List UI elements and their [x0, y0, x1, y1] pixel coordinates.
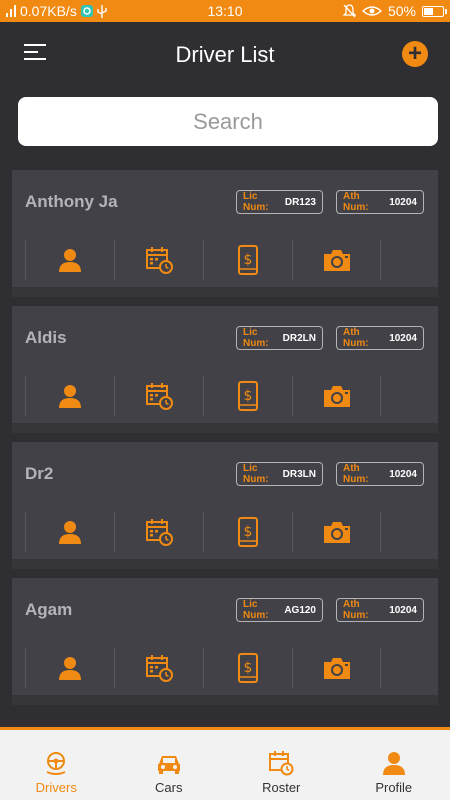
driver-name: Agam [25, 600, 73, 619]
svg-text:$: $ [244, 660, 253, 676]
driver-card[interactable]: Dr2 Lic Num: DR3LN Ath Num: 10204 $ [12, 442, 438, 569]
payment-action[interactable]: $ [203, 648, 292, 688]
photo-action[interactable] [292, 240, 381, 280]
nav-cars[interactable]: Cars [113, 730, 226, 800]
driver-actions: $ [25, 376, 381, 416]
license-number: DR3LN [282, 468, 316, 480]
schedule-action[interactable] [114, 512, 203, 552]
app-header: Driver List + [0, 22, 450, 86]
nav-profile[interactable]: Profile [338, 730, 450, 800]
license-number: DR123 [284, 196, 316, 208]
schedule-action[interactable] [114, 240, 203, 280]
driver-actions: $ [25, 512, 381, 552]
photo-action[interactable] [292, 512, 381, 552]
add-driver-button[interactable]: + [402, 41, 428, 67]
car-icon [157, 756, 180, 774]
nav-label: Roster [262, 780, 301, 795]
driver-name: Aldis [25, 328, 67, 347]
calendar-clock-icon [269, 751, 294, 776]
license-number: DR2LN [282, 332, 316, 344]
schedule-action[interactable] [114, 376, 203, 416]
mobile-payment-icon: $ [238, 517, 258, 547]
profile-action[interactable] [25, 240, 114, 280]
auth-badge: Ath Num: 10204 [336, 326, 424, 350]
search-input[interactable] [18, 97, 438, 146]
auth-number: 10204 [389, 468, 417, 480]
license-badge: Lic Num: DR123 [236, 190, 323, 214]
nav-label: Profile [375, 780, 413, 795]
photo-action[interactable] [292, 648, 381, 688]
calendar-clock-icon [146, 519, 173, 546]
user-icon [59, 521, 81, 544]
profile-action[interactable] [25, 512, 114, 552]
page-title: Driver List [175, 42, 275, 67]
license-badge: Lic Num: DR2LN [236, 326, 323, 350]
bottom-nav: Drivers Cars Roster Profile [0, 727, 450, 800]
nav-roster[interactable]: Roster [225, 730, 338, 800]
auth-badge: Ath Num: 10204 [336, 462, 424, 486]
payment-action[interactable]: $ [203, 376, 292, 416]
driver-name: Dr2 [25, 464, 54, 483]
user-icon [59, 249, 81, 272]
svg-text:$: $ [244, 252, 253, 268]
calendar-clock-icon [146, 383, 173, 410]
status-bar: 0.07KB/s 13:10 50% [0, 0, 450, 22]
clock: 13:10 [207, 3, 243, 19]
nav-drivers[interactable]: Drivers [0, 730, 113, 800]
photo-action[interactable] [292, 376, 381, 416]
license-badge: Lic Num: DR3LN [236, 462, 323, 486]
nav-label: Drivers [35, 780, 77, 795]
user-icon [382, 752, 405, 775]
license-number: AG120 [284, 604, 316, 616]
svg-text:$: $ [244, 524, 253, 540]
driver-card[interactable]: Anthony Ja Lic Num: DR123 Ath Num: 10204 $ [12, 170, 438, 297]
eye-icon [361, 6, 382, 16]
auth-badge: Ath Num: 10204 [336, 598, 424, 622]
profile-action[interactable] [25, 376, 114, 416]
schedule-action[interactable] [114, 648, 203, 688]
battery-icon [422, 5, 447, 17]
driver-name: Anthony Ja [25, 192, 118, 211]
user-icon [59, 385, 81, 408]
profile-action[interactable] [25, 648, 114, 688]
driver-card[interactable]: Agam Lic Num: AG120 Ath Num: 10204 $ [12, 578, 438, 705]
svg-text:$: $ [244, 388, 253, 404]
driver-actions: $ [25, 240, 381, 280]
auth-number: 10204 [389, 332, 417, 344]
driver-list: Anthony Ja Lic Num: DR123 Ath Num: 10204 $… [12, 170, 438, 714]
payment-action[interactable]: $ [203, 512, 292, 552]
license-badge: Lic Num: AG120 [236, 598, 323, 622]
nav-label: Cars [155, 780, 183, 795]
mobile-payment-icon: $ [238, 245, 258, 275]
calendar-clock-icon [146, 655, 173, 682]
payment-action[interactable]: $ [203, 240, 292, 280]
mobile-payment-icon: $ [238, 381, 258, 411]
user-icon [59, 657, 81, 680]
battery-percent: 50% [387, 3, 416, 19]
camera-icon [323, 522, 350, 543]
camera-icon [323, 658, 350, 679]
mobile-payment-icon: $ [238, 653, 258, 683]
driver-actions: $ [25, 648, 381, 688]
auth-badge: Ath Num: 10204 [336, 190, 424, 214]
camera-icon [323, 250, 350, 271]
driver-card[interactable]: Aldis Lic Num: DR2LN Ath Num: 10204 $ [12, 306, 438, 433]
auth-number: 10204 [389, 196, 417, 208]
mute-icon [342, 4, 356, 18]
auth-number: 10204 [389, 604, 417, 616]
camera-icon [323, 386, 350, 407]
calendar-clock-icon [146, 247, 173, 274]
steering-wheel-icon [46, 752, 66, 775]
